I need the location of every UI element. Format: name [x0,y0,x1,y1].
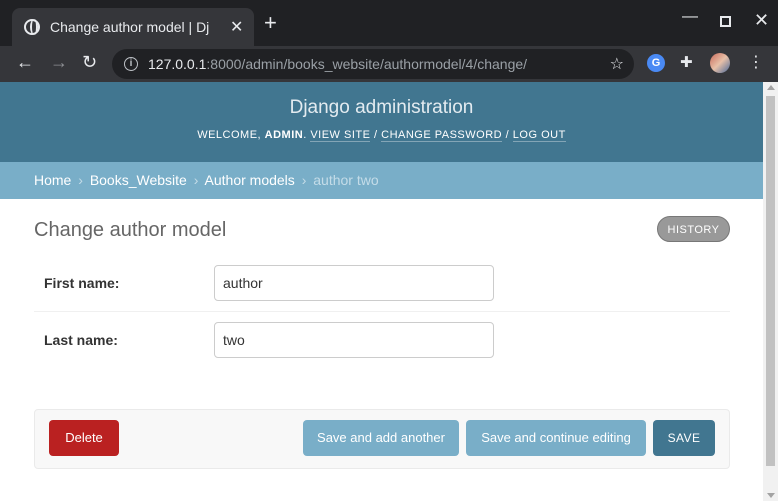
scrollbar-thumb[interactable] [766,96,775,466]
browser-tab[interactable]: Change author model | Dj ✕ [12,8,254,46]
back-button[interactable]: ← [16,52,34,73]
page-title: Change author model [34,219,227,241]
breadcrumb-model[interactable]: Author models [205,172,295,188]
history-button[interactable]: HISTORY [657,216,730,242]
minimize-button[interactable]: — [682,8,698,26]
page-viewport: Django administration Welcome, admin. Vi… [0,82,778,501]
url-path: :8000/admin/books_website/authormodel/4/… [206,56,528,72]
breadcrumb-app[interactable]: Books_Website [90,172,187,188]
extensions-puzzle-icon[interactable]: ✚ [680,53,693,71]
last-name-field[interactable] [214,322,494,358]
url-text[interactable]: 127.0.0.1:8000/admin/books_website/autho… [148,56,527,72]
save-button[interactable]: SAVE [653,420,715,456]
save-and-continue-button[interactable]: Save and continue editing [466,420,646,456]
change-password-link[interactable]: Change password [381,129,503,142]
scroll-up-icon[interactable] [767,85,775,90]
tab-title: Change author model | Dj [50,19,210,35]
user-tools: Welcome, admin. View site / Change passw… [197,129,566,142]
google-extension-icon[interactable]: G [647,54,665,72]
forward-button[interactable]: → [50,52,68,73]
welcome-text: Welcome, [197,129,265,141]
address-bar[interactable]: i 127.0.0.1:8000/admin/books_website/aut… [112,49,634,79]
close-tab-icon[interactable]: ✕ [230,17,243,37]
breadcrumb-current: author two [313,172,379,188]
site-info-icon[interactable]: i [124,57,138,71]
scroll-down-icon[interactable] [767,493,775,498]
form-row-last-name: Last name: [34,312,730,369]
bookmark-star-icon[interactable]: ☆ [610,54,624,74]
submit-row: Delete Save and add another Save and con… [34,409,730,469]
username: admin [264,129,304,141]
globe-icon [24,19,40,35]
admin-header: Django administration Welcome, admin. Vi… [0,82,763,162]
close-window-button[interactable]: ✕ [754,10,769,31]
save-and-add-another-button[interactable]: Save and add another [303,420,459,456]
browser-tabstrip: Change author model | Dj ✕ + — ✕ [0,0,778,46]
browser-toolbar: ← → ↻ i 127.0.0.1:8000/admin/books_websi… [0,46,778,82]
first-name-label: First name: [44,275,120,291]
form-row-first-name: First name: [34,255,730,312]
url-host: 127.0.0.1 [148,56,207,72]
log-out-link[interactable]: Log out [512,129,566,142]
breadcrumb-separator: › [301,172,307,188]
view-site-link[interactable]: View site [310,129,371,142]
site-branding[interactable]: Django administration [0,82,763,119]
breadcrumb: Home › Books_Website › Author models › a… [0,162,763,199]
breadcrumb-separator: › [193,172,199,188]
maximize-button[interactable] [720,16,731,27]
delete-button[interactable]: Delete [49,420,119,456]
profile-avatar[interactable] [710,53,730,73]
reload-button[interactable]: ↻ [82,52,97,73]
browser-menu-icon[interactable]: ⋮ [748,52,764,72]
page-scrollbar[interactable] [763,82,778,501]
last-name-label: Last name: [44,332,118,348]
breadcrumb-home[interactable]: Home [34,172,71,188]
first-name-field[interactable] [214,265,494,301]
breadcrumb-separator: › [78,172,83,188]
new-tab-button[interactable]: + [264,12,277,34]
